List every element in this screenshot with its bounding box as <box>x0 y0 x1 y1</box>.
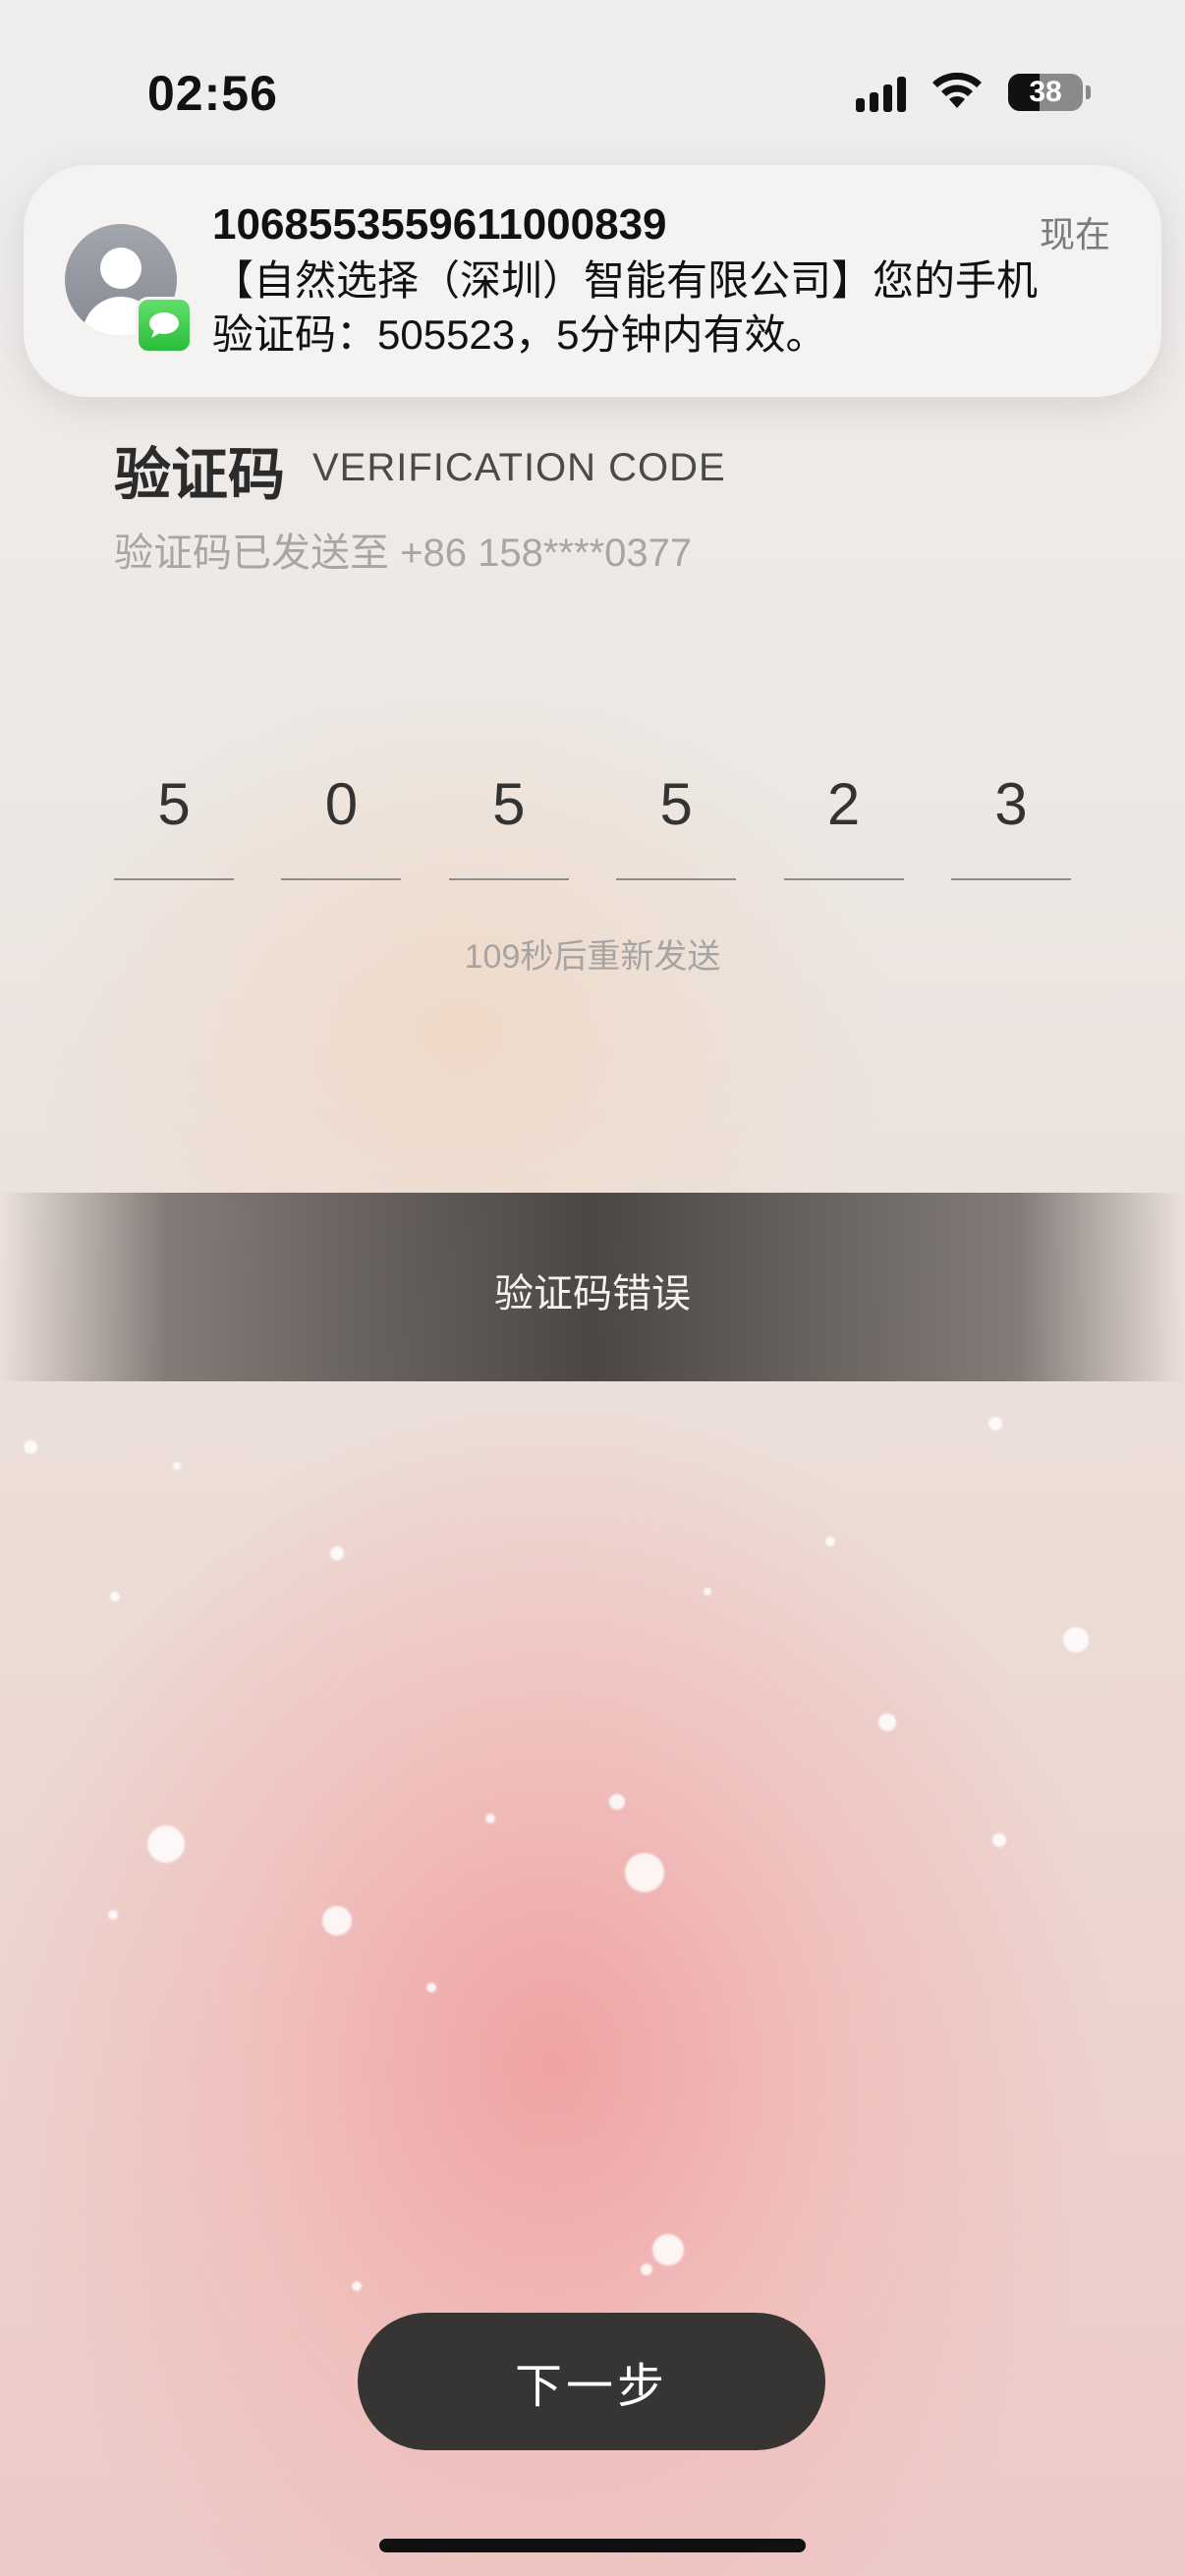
battery-icon: 38 <box>1008 74 1091 111</box>
error-toast-message: 验证码错误 <box>494 1272 691 1316</box>
code-sent-to-text: 验证码已发送至 +86 158****0377 <box>114 532 693 575</box>
code-digit: 5 <box>157 771 191 837</box>
page-title: 验证码 <box>114 443 286 507</box>
code-digit-box[interactable]: 3 <box>950 756 1071 880</box>
status-icons: 38 <box>856 73 1091 112</box>
notification-message: 【自然选择（深圳）智能有限公司】您的手机验证码：505523，5分钟内有效。 <box>212 257 1039 358</box>
code-digit: 2 <box>826 771 861 837</box>
resend-countdown: 109秒后重新发送 <box>464 938 721 976</box>
code-digit-box[interactable]: 5 <box>448 756 569 880</box>
code-digit: 0 <box>324 771 359 837</box>
wifi-icon <box>932 73 982 108</box>
battery-level: 38 <box>1029 76 1062 108</box>
code-digit: 5 <box>659 771 693 837</box>
code-digit: 3 <box>994 771 1028 837</box>
code-digit-box[interactable]: 5 <box>114 756 234 880</box>
cellular-signal-icon <box>856 73 906 112</box>
error-toast: 验证码错误 <box>0 1193 1185 1381</box>
messages-icon <box>136 297 193 354</box>
verification-code-input[interactable]: 5 0 5 5 2 3 <box>114 756 1071 880</box>
home-indicator[interactable] <box>379 2539 806 2552</box>
code-digit: 5 <box>492 771 526 837</box>
page-title-english: VERIFICATION CODE <box>312 446 726 489</box>
sms-notification-banner[interactable]: 1068553559611000839 现在 【自然选择（深圳）智能有限公司】您… <box>24 165 1161 397</box>
notification-time: 现在 <box>1039 214 1110 254</box>
notification-sender: 1068553559611000839 <box>212 200 667 249</box>
code-digit-box[interactable]: 0 <box>281 756 402 880</box>
code-digit-box[interactable]: 5 <box>616 756 737 880</box>
status-time: 02:56 <box>147 66 278 121</box>
next-button[interactable]: 下一步 <box>358 2313 825 2450</box>
code-digit-box[interactable]: 2 <box>783 756 904 880</box>
